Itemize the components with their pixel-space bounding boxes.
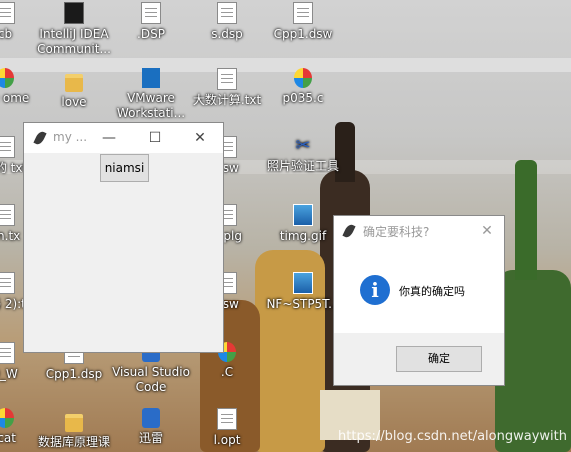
desktop-icon-label: 数据库原理课: [37, 435, 110, 449]
text-file-icon: [0, 272, 15, 294]
desktop-icon-label: IntelliJ IDEA Communit...: [37, 27, 111, 56]
text-file-icon: [0, 136, 15, 158]
chrome-icon: [0, 68, 14, 88]
desktop-icon[interactable]: 迅雷: [108, 408, 194, 446]
desktop-icon-label: 0_W: [0, 367, 18, 381]
close-button[interactable]: ✕: [177, 123, 223, 153]
desktop-icon-label: Cpp1.dsp: [45, 367, 103, 381]
ok-button[interactable]: 确定: [396, 346, 482, 372]
desktop-icon[interactable]: IntelliJ IDEA Communit...: [31, 2, 117, 57]
desktop-icon-label: cb: [0, 27, 13, 41]
desktop-icon[interactable]: 大数计算.txt: [184, 68, 270, 108]
message-dialog: 确定要科技? ✕ i 你真的确定吗 确定: [334, 216, 504, 385]
desktop-icon[interactable]: .DSP: [108, 2, 194, 42]
file-icon: [141, 2, 161, 24]
window-title: my ...: [53, 130, 88, 144]
desktop-icon-label: gle ome: [0, 91, 30, 105]
desktop-icon-label: 大数计算.txt: [192, 93, 262, 107]
desktop-icon-label: 迅雷: [138, 431, 163, 445]
close-button[interactable]: ✕: [465, 216, 509, 246]
desktop-icon[interactable]: ✂ 照片验证工具: [260, 136, 346, 174]
desktop-icon[interactable]: p035.c: [260, 68, 346, 106]
desktop-icon-label: on.tx: [0, 229, 21, 243]
niamsi-button[interactable]: niamsi: [100, 154, 149, 182]
main-window: my ... — ☐ ✕ niamsi: [24, 123, 223, 352]
desktop-icon-label: icat: [0, 431, 16, 445]
file-icon: [217, 408, 237, 430]
c-file-icon: [294, 68, 312, 88]
desktop-icon-label: timg.gif: [279, 229, 327, 243]
folder-icon: [65, 74, 83, 92]
image-icon: [293, 204, 313, 226]
desktop-icon[interactable]: love: [31, 68, 117, 110]
minimize-button[interactable]: —: [86, 123, 132, 153]
text-file-icon: [0, 204, 15, 226]
zip-icon: [65, 414, 83, 432]
text-file-icon: [217, 68, 237, 90]
desktop-icon-label: NF~STP5T...: [266, 297, 340, 311]
dialog-message: 你真的确定吗: [399, 285, 465, 298]
file-icon: [217, 2, 237, 24]
dialog-title: 确定要科技?: [363, 225, 430, 239]
desktop-icon-label: .DSP: [137, 27, 165, 41]
dialog-button-area: 确定: [334, 333, 504, 385]
maximize-button[interactable]: ☐: [132, 123, 178, 153]
vmware-icon: [142, 68, 160, 88]
desktop-icon-label: 照片验证工具: [266, 159, 339, 173]
desktop-icon-label: VMware Workstati...: [116, 91, 186, 120]
desktop-icon-label: s.dsp: [211, 27, 243, 41]
desktop-icon[interactable]: s.dsp: [184, 2, 270, 42]
dialog-titlebar[interactable]: 确定要科技? ✕: [334, 216, 504, 246]
desktop-icon[interactable]: VMware Workstati...: [108, 68, 194, 121]
desktop-icon-label: p035.c: [282, 91, 324, 105]
desktop-icon[interactable]: l.opt: [184, 408, 270, 448]
tk-feather-icon: [342, 222, 356, 240]
app-icon: [0, 408, 14, 428]
desktop-icon-label: l.opt: [213, 433, 241, 447]
image-icon: [293, 272, 313, 294]
file-icon: [0, 342, 15, 364]
desktop-icon[interactable]: Cpp1.dsw: [260, 2, 346, 42]
intellij-icon: [64, 2, 84, 24]
tool-icon: ✂: [295, 135, 311, 156]
tk-feather-icon: [33, 129, 47, 147]
main-window-titlebar[interactable]: my ... — ☐ ✕: [24, 123, 223, 153]
file-icon: [0, 2, 15, 24]
info-icon: i: [360, 275, 390, 305]
desktop-icon-label: love: [61, 95, 87, 109]
file-icon: [293, 2, 313, 24]
desktop-icon-label: Visual Studio Code: [112, 365, 190, 394]
thunder-icon: [142, 408, 160, 428]
watermark-text: https://blog.csdn.net/alongwaywith: [338, 429, 567, 444]
desktop-icon[interactable]: 数据库原理课: [31, 408, 117, 450]
desktop-icon-label: .C: [220, 365, 234, 379]
desktop-icon-label: Cpp1.dsw: [273, 27, 333, 41]
